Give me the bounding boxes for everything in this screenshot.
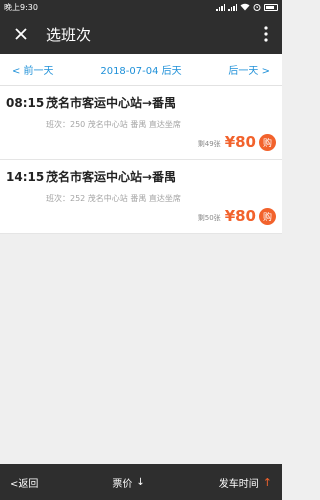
trip-price-row: 剩50张 ¥80 购: [198, 207, 276, 225]
bottom-bar: <返回 票价 ↓ 发车时间 ↑: [0, 464, 282, 500]
date-navigation: < 前一天 2018-07-04 后天 后一天 >: [0, 54, 282, 86]
close-icon[interactable]: [8, 21, 34, 47]
trip-info: 班次：250 茂名中心站 番禺 直达坐席: [46, 120, 181, 129]
arrow-up-icon: ↑: [262, 475, 272, 489]
trip-info: 班次：252 茂名中心站 番禺 直达坐席: [46, 194, 181, 203]
back-button[interactable]: <返回: [10, 475, 38, 490]
sort-by-departure-button[interactable]: 发车时间 ↑: [219, 475, 272, 490]
signal-icon-2: [228, 3, 237, 11]
arrow-down-icon: ↓: [136, 476, 145, 488]
sort-fare-label: 票价: [112, 478, 133, 490]
more-options-icon[interactable]: [258, 21, 274, 47]
signal-icon: [216, 3, 225, 11]
sort-by-fare-button[interactable]: 票价 ↓: [112, 475, 144, 490]
prev-day-link[interactable]: < 前一天: [12, 62, 54, 77]
buy-button[interactable]: 购: [259, 207, 276, 225]
trip-header: 08:15 茂名市客运中心站→番禺: [6, 94, 276, 111]
buy-button[interactable]: 购: [259, 133, 276, 151]
seats-remaining: 剩49张: [197, 140, 221, 148]
trip-time: 08:15: [6, 95, 45, 110]
app-bar: 选班次: [0, 14, 282, 54]
sort-departure-label: 发车时间: [218, 478, 259, 490]
next-day-link[interactable]: 后一天 >: [228, 62, 270, 77]
status-bar: 晚上9:30: [0, 0, 282, 14]
current-date[interactable]: 2018-07-04 后天: [100, 62, 181, 77]
trip-route: 茂名市客运中心站→番禺: [46, 96, 177, 110]
page-title: 选班次: [46, 25, 92, 44]
status-time: 晚上9:30: [4, 2, 38, 12]
wifi-icon: [240, 3, 250, 11]
trip-item[interactable]: 08:15 茂名市客运中心站→番禺 班次：250 茂名中心站 番禺 直达坐席 剩…: [0, 86, 282, 160]
seats-remaining: 剩50张: [197, 214, 221, 222]
trip-price: ¥80: [224, 207, 256, 225]
trip-price-row: 剩49张 ¥80 购: [198, 133, 276, 151]
trip-time: 14:15: [6, 169, 45, 184]
trip-header: 14:15 茂名市客运中心站→番禺: [6, 168, 276, 185]
status-icons: [216, 3, 278, 11]
battery-icon: [264, 3, 278, 11]
alarm-icon: [253, 4, 261, 11]
trip-price: ¥80: [224, 133, 256, 151]
trip-route: 茂名市客运中心站→番禺: [46, 170, 177, 184]
trip-item[interactable]: 14:15 茂名市客运中心站→番禺 班次：252 茂名中心站 番禺 直达坐席 剩…: [0, 160, 282, 234]
